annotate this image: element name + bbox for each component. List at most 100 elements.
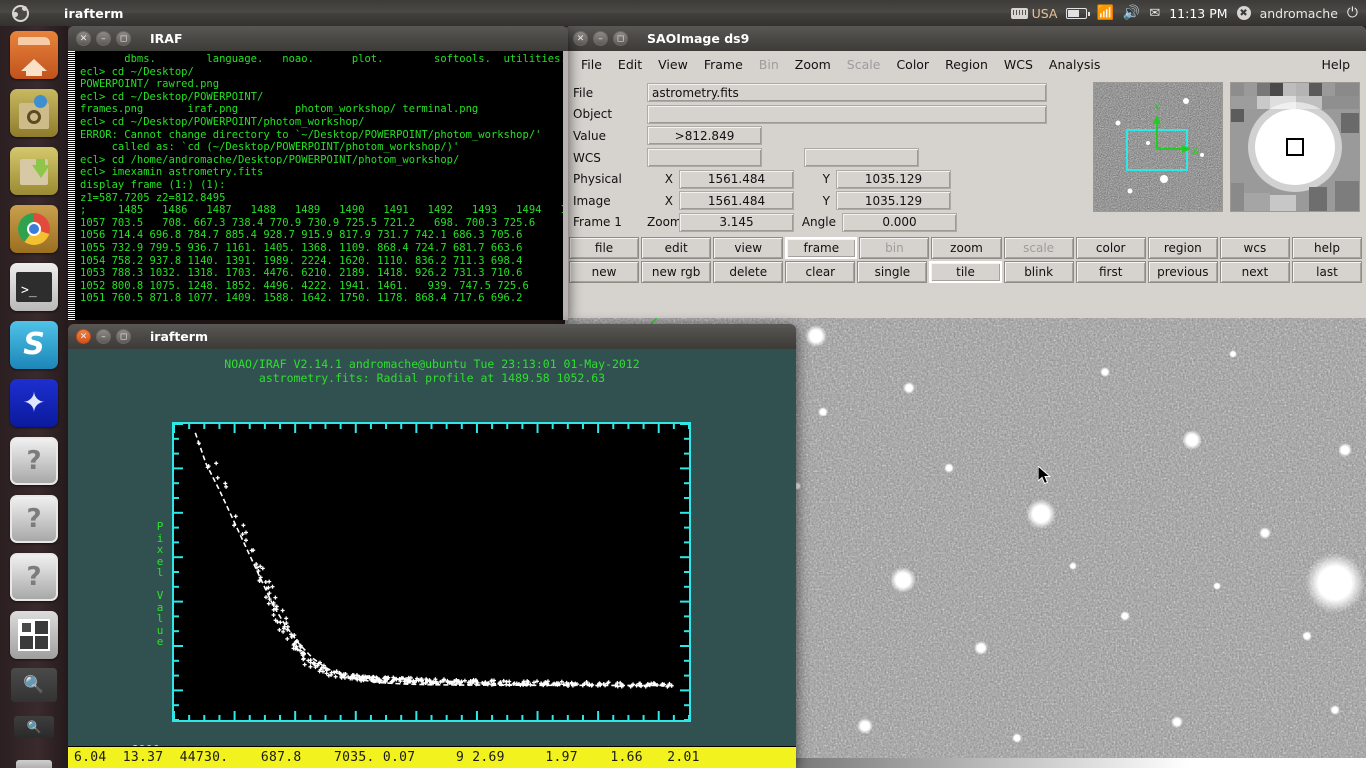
dock-item-google-chrome[interactable] — [0, 200, 68, 258]
ds9-btn-previous[interactable]: previous — [1147, 261, 1218, 284]
close-icon[interactable]: ✕ — [76, 329, 91, 344]
ds9-btn-first[interactable]: first — [1075, 261, 1146, 284]
minimize-icon[interactable]: – — [96, 31, 111, 46]
physical-x-value[interactable]: 1561.484 — [679, 169, 794, 189]
dock-item-ds9[interactable]: ✦ — [0, 374, 68, 432]
dock-item-unknown-3[interactable]: ? — [0, 548, 68, 606]
power-icon[interactable]: ⏻ — [1347, 5, 1358, 21]
ds9-btn-single[interactable]: single — [857, 261, 928, 284]
volume-icon[interactable]: 🔊 — [1123, 5, 1140, 21]
menu-wcs[interactable]: WCS — [996, 54, 1041, 75]
object-label: Object — [573, 107, 613, 122]
iraf-titlebar[interactable]: ✕ – ◻ IRAF — [68, 26, 568, 51]
zoom-value[interactable]: 3.145 — [679, 212, 794, 232]
ds9-btn-color[interactable]: color — [1075, 237, 1146, 260]
ds9-btn-new-rgb[interactable]: new rgb — [641, 261, 712, 284]
plot-titlebar[interactable]: ✕ – ◻ irafterm — [68, 324, 796, 349]
dock-item-files-home[interactable] — [0, 26, 68, 84]
minimize-icon[interactable]: – — [593, 31, 608, 46]
menu-edit[interactable]: Edit — [610, 54, 650, 75]
ds9-btn-new[interactable]: new — [569, 261, 640, 284]
ds9-btn-next[interactable]: next — [1219, 261, 1290, 284]
y-axis-title: PixelValue — [156, 520, 164, 648]
ubuntu-logo-icon[interactable] — [0, 0, 40, 26]
physical-y-value[interactable]: 1035.129 — [836, 169, 951, 189]
wifi-icon[interactable]: 📶 — [1096, 5, 1113, 21]
plot-body: NOAO/IRAF V2.14.1 andromache@ubuntu Tue … — [68, 349, 796, 768]
ds9-titlebar[interactable]: ✕ – ◻ SAOImage ds9 — [565, 26, 1366, 51]
workspace-switcher-icon — [10, 611, 58, 659]
dock-item-unknown-2[interactable]: ? — [0, 490, 68, 548]
menu-analysis[interactable]: Analysis — [1041, 54, 1109, 75]
ds9-btn-help[interactable]: help — [1291, 237, 1363, 260]
field-row-physical: Physical X 1561.484 Y 1035.129 — [573, 168, 1087, 190]
ds9-button-row-secondary: new new rgb delete clear single tile bli… — [569, 261, 1363, 284]
ds9-btn-scale: scale — [1003, 237, 1074, 260]
image-y-value[interactable]: 1035.129 — [836, 191, 951, 211]
magnifier-panel[interactable] — [1230, 82, 1360, 212]
ds9-btn-region[interactable]: region — [1147, 237, 1218, 260]
wcs-y-value[interactable] — [804, 148, 919, 168]
menu-color[interactable]: Color — [888, 54, 937, 75]
menu-view[interactable]: View — [650, 54, 696, 75]
ds9-btn-zoom[interactable]: zoom — [931, 237, 1002, 260]
terminal-line: 1051 760.5 871.8 1077. 1409. 1588. 1642.… — [80, 292, 523, 305]
close-icon[interactable]: ✕ — [76, 31, 91, 46]
ds9-btn-wcs[interactable]: wcs — [1219, 237, 1290, 260]
dock-item-terminal[interactable]: >_ — [0, 258, 68, 316]
skype-icon: S — [10, 321, 58, 369]
wcs-x-value[interactable] — [647, 148, 762, 168]
ds9-btn-delete[interactable]: delete — [713, 261, 784, 284]
dock-item-devices[interactable] — [0, 748, 68, 768]
radial-profile-plot[interactable] — [172, 422, 691, 722]
object-value[interactable] — [647, 104, 1047, 124]
keyboard-indicator[interactable]: USA — [1010, 6, 1057, 21]
menu-region[interactable]: Region — [937, 54, 996, 75]
frame-label: Frame 1 — [573, 215, 622, 230]
file-label: File — [573, 85, 594, 100]
panner-panel[interactable]: Y X — [1093, 82, 1223, 212]
ds9-btn-view[interactable]: view — [713, 237, 784, 260]
menu-help[interactable]: Help — [1314, 54, 1359, 75]
ds9-btn-frame[interactable]: frame — [785, 237, 858, 260]
close-icon[interactable]: ✕ — [573, 31, 588, 46]
ds9-btn-blink[interactable]: blink — [1003, 261, 1074, 284]
question-mark-icon: ? — [10, 437, 58, 485]
ds9-btn-tile[interactable]: tile — [929, 261, 1002, 284]
dock-item-update-manager[interactable] — [0, 142, 68, 200]
iraf-scrollbar[interactable] — [68, 51, 75, 320]
dock-item-workspace-switcher[interactable] — [0, 606, 68, 664]
terminal-line: display frame (1:) (1): — [80, 178, 226, 191]
menu-file[interactable]: File — [573, 54, 610, 75]
iraf-terminal-body[interactable]: dbms. language. noao. plot. softools. ut… — [68, 51, 568, 320]
minimize-icon[interactable]: – — [96, 329, 111, 344]
file-value[interactable]: astrometry.fits — [647, 83, 1047, 103]
ds9-btn-clear[interactable]: clear — [785, 261, 856, 284]
dock-item-zoom-2[interactable]: 🔍 — [0, 706, 68, 748]
panner-thumbnail: Y X — [1094, 83, 1222, 211]
terminal-line: dbms. language. noao. plot. softools. ut… — [80, 53, 567, 65]
panner-x-label: X — [1192, 145, 1199, 158]
user-name-label[interactable]: andromache — [1260, 6, 1338, 21]
menu-frame[interactable]: Frame — [696, 54, 751, 75]
dock-item-skype[interactable]: S — [0, 316, 68, 374]
image-x-value[interactable]: 1561.484 — [679, 191, 794, 211]
ds9-btn-file[interactable]: file — [569, 237, 640, 260]
maximize-icon[interactable]: ◻ — [613, 31, 628, 46]
ds9-btn-last[interactable]: last — [1291, 261, 1363, 284]
clock-label[interactable]: 11:13 PM — [1169, 6, 1227, 21]
software-center-icon — [10, 89, 58, 137]
ds9-star-icon: ✦ — [10, 379, 58, 427]
terminal-line: POWERPOINT/ rawred.png — [80, 78, 220, 91]
battery-icon[interactable] — [1066, 7, 1091, 19]
angle-value[interactable]: 0.000 — [842, 212, 957, 232]
maximize-icon[interactable]: ◻ — [116, 31, 131, 46]
dock-item-ubuntu-software-center[interactable] — [0, 84, 68, 142]
menu-zoom[interactable]: Zoom — [787, 54, 839, 75]
dock-item-zoom[interactable]: 🔍 — [0, 664, 68, 706]
ds9-btn-edit[interactable]: edit — [641, 237, 712, 260]
mail-icon[interactable]: ✉ — [1149, 6, 1160, 21]
pixel-value[interactable]: >812.849 — [647, 126, 762, 146]
maximize-icon[interactable]: ◻ — [116, 329, 131, 344]
dock-item-unknown-1[interactable]: ? — [0, 432, 68, 490]
